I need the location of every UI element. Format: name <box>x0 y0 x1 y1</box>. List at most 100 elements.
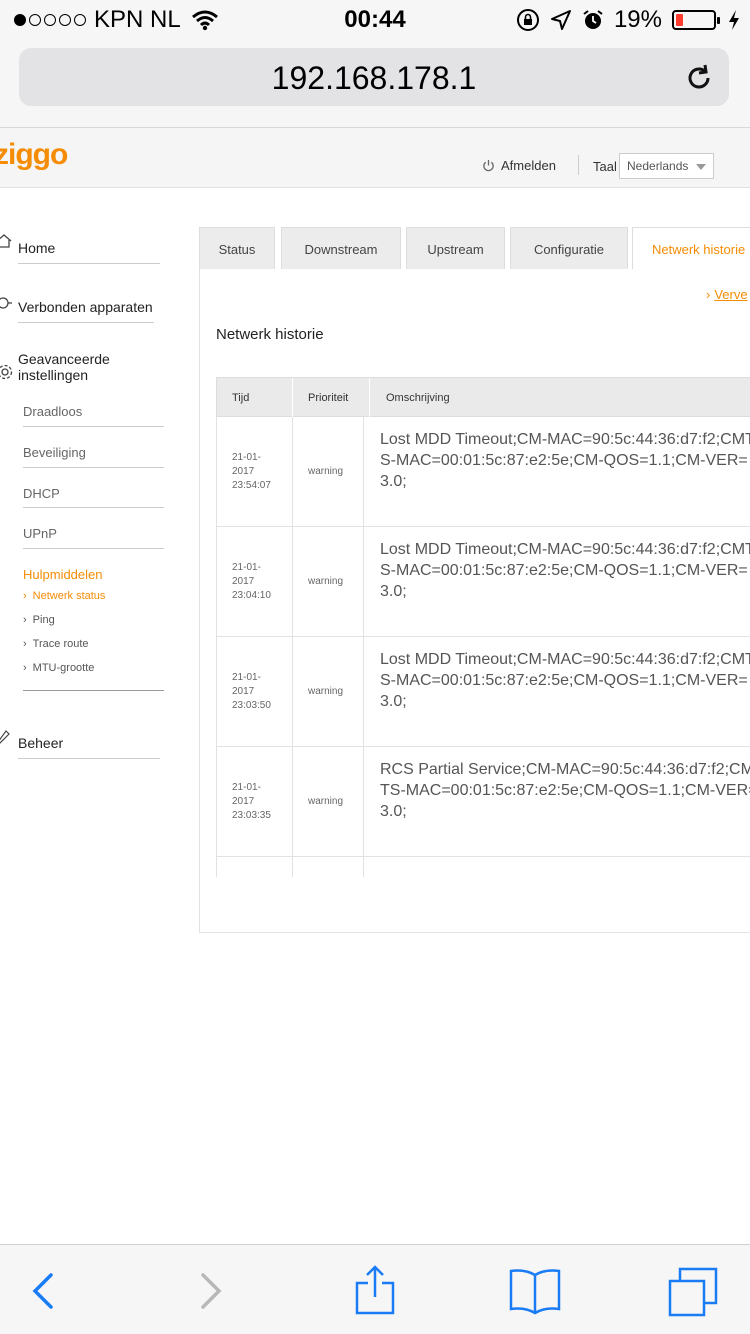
table-row: 21-01- 2017 23:54:07 warning Lost MDD Time… <box>216 417 750 527</box>
time-cell: 21-01- 2017 23:04:10 <box>232 527 292 636</box>
description-cell: RCS Partial Service;CM-MAC=90:5c:44:36:d… <box>380 761 750 820</box>
header-divider <box>578 155 579 175</box>
devices-icon <box>0 297 12 309</box>
tabs-icon[interactable] <box>666 1263 722 1319</box>
advanced-settings-line2: instellingen <box>18 367 89 383</box>
battery-icon <box>672 10 720 30</box>
tools-item-mtu-size[interactable]: › MTU-grootte <box>23 662 94 674</box>
chevron-right-icon: › <box>706 287 711 302</box>
divider <box>23 507 164 508</box>
tools-item-trace-route[interactable]: › Trace route <box>23 638 89 650</box>
sidebar-item-advanced-settings[interactable]: Geavanceerde instellingen <box>18 351 110 383</box>
column-divider <box>292 417 293 526</box>
column-divider <box>363 857 364 877</box>
location-icon <box>550 10 571 30</box>
battery-percent: 19% <box>613 6 662 33</box>
ziggo-logo[interactable]: ziggo <box>0 138 68 172</box>
forward-icon[interactable] <box>183 1263 239 1319</box>
tools-item-network-status[interactable]: › Netwerk status <box>23 590 105 602</box>
sidebar-sub-dhcp[interactable]: DHCP <box>23 486 60 501</box>
url-text[interactable]: 192.168.178.1 <box>19 60 729 97</box>
share-icon[interactable] <box>347 1263 403 1319</box>
sidebar-item-connected-devices[interactable]: Verbonden apparaten <box>18 299 153 315</box>
browser-address-area: 192.168.178.1 <box>0 40 750 128</box>
refresh-link[interactable]: › Verve <box>706 287 748 302</box>
bookmarks-icon[interactable] <box>507 1263 563 1319</box>
browser-toolbar <box>0 1244 750 1334</box>
language-select[interactable]: Nederlands <box>619 153 714 179</box>
priority-cell: warning <box>308 576 344 587</box>
column-divider <box>363 527 364 636</box>
year-text: 2017 <box>232 795 255 807</box>
time-cell: 21-01- 2017 23:03:35 <box>232 747 292 856</box>
advanced-settings-line1: Geavanceerde <box>18 351 110 367</box>
column-divider <box>292 637 293 746</box>
description-cell: Lost MDD Timeout;CM-MAC=90:5c:44:36:d7:f… <box>380 431 750 490</box>
sidebar-sub-security[interactable]: Beveiliging <box>23 445 86 460</box>
chevron-down-icon <box>696 164 706 170</box>
description-cell: Lost MDD Timeout;CM-MAC=90:5c:44:36:d7:f… <box>380 651 750 710</box>
tools-item-ping[interactable]: › Ping <box>23 614 55 626</box>
chevron-right-icon: › <box>23 662 27 674</box>
back-icon[interactable] <box>15 1263 71 1319</box>
time-text: 23:04:10 <box>232 589 271 601</box>
table-scroll-overflow[interactable] <box>216 857 750 877</box>
wrench-icon <box>0 730 10 744</box>
time-cell: 21-01- 2017 23:54:07 <box>232 417 292 526</box>
table-header: Tijd Prioriteit Omschrijving <box>216 377 750 418</box>
chevron-right-icon: › <box>23 590 27 602</box>
table-row: 21-01- 2017 23:04:10 warning Lost MDD Time… <box>216 527 750 637</box>
column-divider <box>292 747 293 856</box>
column-divider <box>363 417 364 526</box>
tools-item-label: Trace route <box>32 638 89 650</box>
time-cell: 21-01- 2017 23:03:50 <box>232 637 292 746</box>
refresh-link-label[interactable]: Verve <box>714 287 747 302</box>
power-icon <box>483 159 494 172</box>
column-divider <box>363 747 364 856</box>
web-page: ziggo Afmelden Taal Nederlands Home Verb… <box>0 128 750 1244</box>
date-text: 21-01- <box>232 561 261 573</box>
address-bar[interactable]: 192.168.178.1 <box>19 48 729 106</box>
gear-icon <box>0 364 13 380</box>
sidebar-sub-wireless[interactable]: Draadloos <box>23 404 82 419</box>
column-header-description: Omschrijving <box>386 392 450 404</box>
description-cell: Lost MDD Timeout;CM-MAC=90:5c:44:36:d7:f… <box>380 541 750 600</box>
date-text: 21-01- <box>232 781 261 793</box>
sidebar-sub-tools[interactable]: Hulpmiddelen <box>23 567 103 582</box>
tab-configuration[interactable]: Configuratie <box>510 227 628 269</box>
router-header: ziggo Afmelden Taal Nederlands <box>0 128 750 188</box>
logout-button[interactable]: Afmelden <box>482 158 556 173</box>
tools-item-label: MTU-grootte <box>32 662 95 674</box>
column-header-time: Tijd <box>232 392 250 404</box>
table-row: 21-01- 2017 23:03:50 warning Lost MDD Time… <box>216 637 750 747</box>
tab-downstream[interactable]: Downstream <box>281 227 401 269</box>
reload-icon[interactable] <box>683 62 715 94</box>
priority-cell: warning <box>308 466 344 477</box>
priority-cell: warning <box>308 796 344 807</box>
language-label: Taal <box>593 159 617 174</box>
chevron-right-icon: › <box>23 638 27 650</box>
sidebar-item-home[interactable]: Home <box>18 240 55 256</box>
divider <box>23 467 164 468</box>
sidebar-sub-upnp[interactable]: UPnP <box>23 526 57 541</box>
tools-item-label: Ping <box>32 614 55 626</box>
tab-network-history[interactable]: Netwerk historie <box>632 227 750 269</box>
tab-status[interactable]: Status <box>199 227 275 269</box>
network-history-table: Tijd Prioriteit Omschrijving 21-01- 2017 2… <box>216 377 750 877</box>
logout-label[interactable]: Afmelden <box>501 158 556 173</box>
column-divider <box>292 527 293 636</box>
column-divider <box>292 857 293 877</box>
table-row: 21-01- 2017 23:03:35 warning RCS Partial S… <box>216 747 750 857</box>
tab-content: › Verve Netwerk historie Tijd Prioriteit … <box>199 269 750 933</box>
section-title: Netwerk historie <box>216 326 324 343</box>
date-text: 21-01- <box>232 671 261 683</box>
year-text: 2017 <box>232 685 255 697</box>
divider <box>18 758 160 759</box>
language-value: Nederlands <box>627 159 689 173</box>
sidebar-item-management[interactable]: Beheer <box>18 735 63 751</box>
divider <box>23 690 164 691</box>
tab-upstream[interactable]: Upstream <box>406 227 505 269</box>
date-text: 21-01- <box>232 451 261 463</box>
home-icon <box>0 234 12 248</box>
priority-cell: warning <box>308 686 344 697</box>
